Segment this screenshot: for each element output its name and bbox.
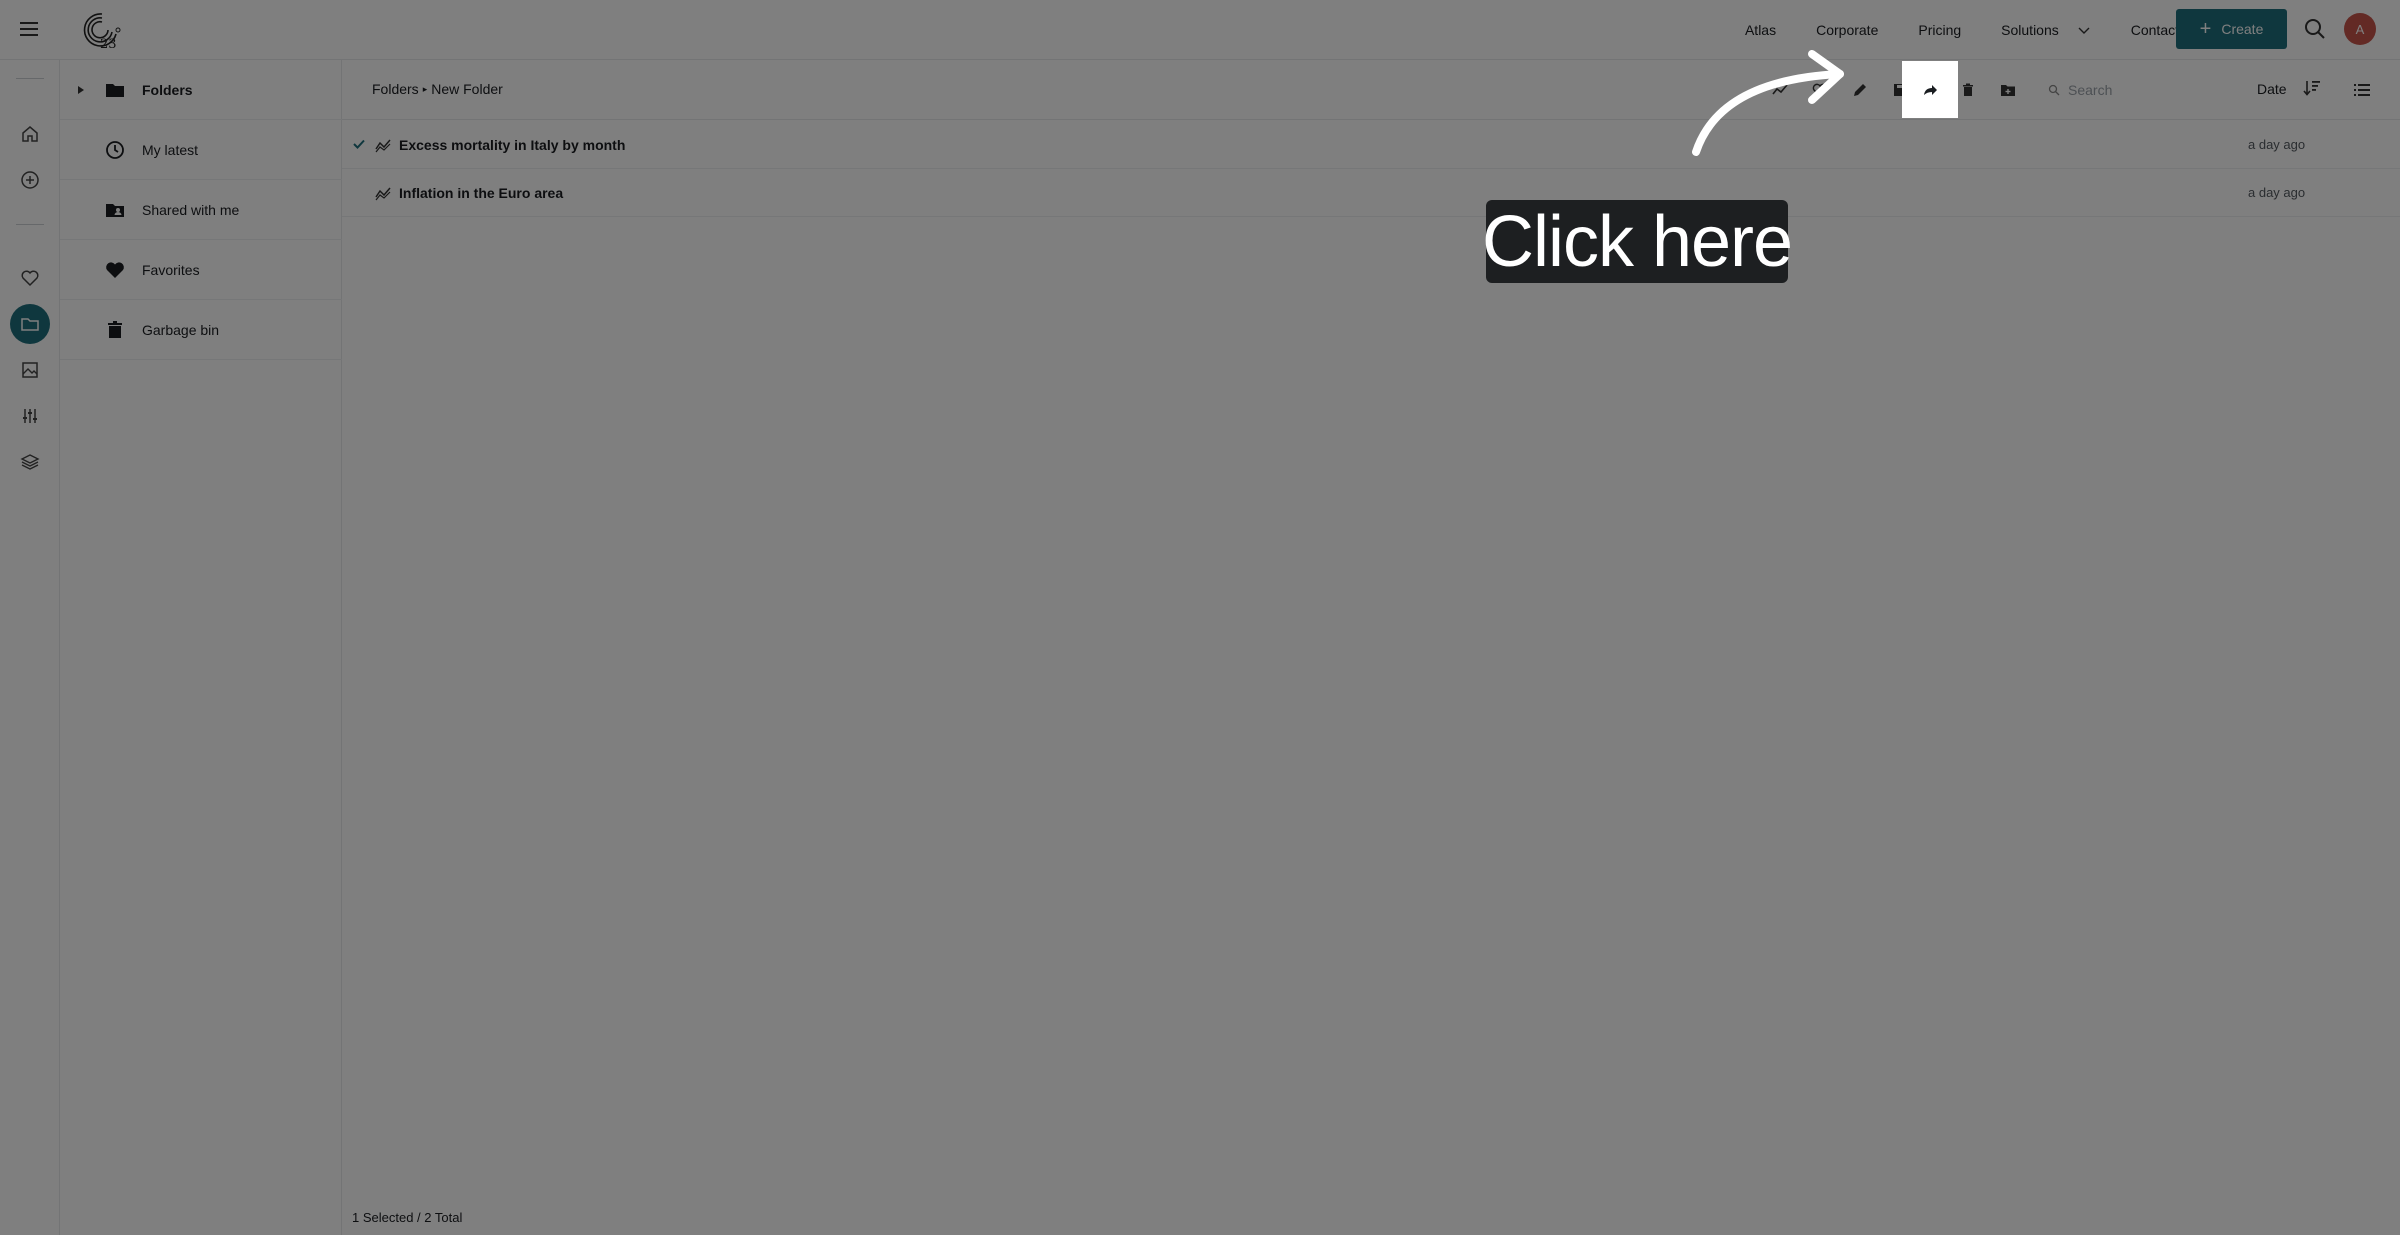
nav-pricing[interactable]: Pricing (1918, 22, 1961, 38)
logo-icon[interactable]: 23 (78, 8, 124, 50)
home-icon (22, 126, 38, 142)
breadcrumb-new-folder[interactable]: New Folder (431, 81, 503, 97)
sidebar-item-shared-with-me[interactable]: Shared with me (60, 180, 342, 240)
rail-folders[interactable] (10, 304, 50, 344)
sidebar-item-garbage-bin[interactable]: Garbage bin (60, 300, 342, 360)
create-button-label: Create (2221, 21, 2264, 37)
rail-images[interactable] (10, 350, 50, 390)
file-title[interactable]: Excess mortality in Italy by month (399, 137, 625, 153)
menu-icon[interactable] (18, 18, 40, 40)
folder-icon (106, 83, 124, 97)
search-icon[interactable] (2302, 16, 2328, 42)
folder-plus-icon (2001, 85, 2015, 96)
sidebar-item-label: Favorites (142, 261, 200, 278)
create-button[interactable]: + Create (2176, 9, 2287, 49)
heart-icon (106, 261, 124, 278)
plus-icon: + (2199, 18, 2212, 40)
selection-status: 1 Selected / 2 Total (352, 1210, 463, 1225)
chart-icon (1772, 84, 1788, 95)
folder-icon (21, 318, 39, 331)
line-chart-icon (375, 187, 391, 201)
sort-label[interactable]: Date (2257, 81, 2287, 97)
top-nav: Atlas Corporate Pricing Solutions Contac… (1705, 0, 2200, 60)
search-icon (2048, 84, 2060, 96)
image-icon (22, 362, 38, 378)
heart-outline-icon (1812, 83, 1828, 97)
sort-descending-icon[interactable] (2302, 78, 2322, 98)
list-view-icon[interactable] (2352, 80, 2372, 100)
heart-icon (21, 270, 39, 287)
sidebar-item-my-latest[interactable]: My latest (60, 120, 342, 180)
folder-sidebar: Folders My latest Shared with me Favorit… (60, 60, 342, 1235)
main-content: Folders ▸ New Folder Date (342, 60, 2400, 1235)
search-input[interactable] (2068, 82, 2218, 98)
breadcrumb: Folders ▸ New Folder (372, 81, 503, 97)
sidebar-item-label: Garbage bin (142, 321, 220, 338)
rail-add[interactable] (10, 160, 50, 200)
search-box (2048, 78, 2228, 102)
file-title[interactable]: Inflation in the Euro area (399, 185, 563, 201)
chart-tool-button[interactable] (1770, 80, 1790, 100)
sidebar-item-favorites[interactable]: Favorites (60, 240, 342, 300)
edit-button[interactable] (1850, 80, 1870, 100)
layers-icon (20, 454, 40, 470)
trash-icon (108, 320, 122, 338)
sidebar-item-label: Folders (142, 81, 193, 98)
new-folder-button[interactable] (1998, 80, 2018, 100)
expand-triangle-icon[interactable] (76, 85, 86, 95)
clock-icon (106, 140, 124, 159)
table-row[interactable]: Inflation in the Euro area a day ago (342, 169, 2400, 217)
rail-divider (16, 224, 44, 225)
nav-atlas[interactable]: Atlas (1745, 22, 1776, 38)
chevron-down-icon (2078, 27, 2090, 34)
file-date: a day ago (2248, 137, 2306, 152)
rail-settings[interactable] (10, 396, 50, 436)
sidebar-item-folders[interactable]: Folders (60, 60, 342, 120)
sliders-icon (23, 409, 37, 423)
rail-home[interactable] (10, 114, 50, 154)
sidebar-item-label: Shared with me (142, 201, 240, 218)
breadcrumb-separator-icon: ▸ (422, 83, 428, 94)
rail-favorites[interactable] (10, 258, 50, 298)
line-chart-icon (375, 139, 391, 153)
delete-button[interactable] (1958, 80, 1978, 100)
nav-solutions-label: Solutions (2001, 22, 2059, 38)
rail-layers[interactable] (10, 442, 50, 482)
sidebar-item-label: My latest (142, 141, 199, 158)
svg-text:23: 23 (100, 37, 117, 50)
top-bar: 23 Atlas Corporate Pricing Solutions Con… (0, 0, 2400, 60)
tutorial-tooltip: Click here (1481, 200, 1793, 283)
add-circle-icon (21, 171, 39, 189)
rail-divider (16, 78, 44, 79)
nav-solutions[interactable]: Solutions (2001, 22, 2091, 38)
pencil-icon (1854, 84, 1866, 96)
avatar[interactable]: A (2344, 13, 2376, 45)
share-button[interactable] (1902, 61, 1958, 118)
table-row[interactable]: Excess mortality in Italy by month a day… (342, 121, 2400, 169)
nav-rail (0, 60, 60, 1235)
nav-corporate[interactable]: Corporate (1816, 22, 1878, 38)
toolbar: Folders ▸ New Folder Date (342, 60, 2400, 120)
breadcrumb-folders[interactable]: Folders (372, 81, 419, 97)
checkmark-icon[interactable] (352, 137, 366, 151)
trash-icon (1963, 83, 1973, 96)
file-date: a day ago (2248, 185, 2306, 200)
shared-folder-icon (106, 203, 124, 217)
share-arrow-icon (1924, 84, 1937, 95)
favorite-tool-button[interactable] (1810, 80, 1830, 100)
